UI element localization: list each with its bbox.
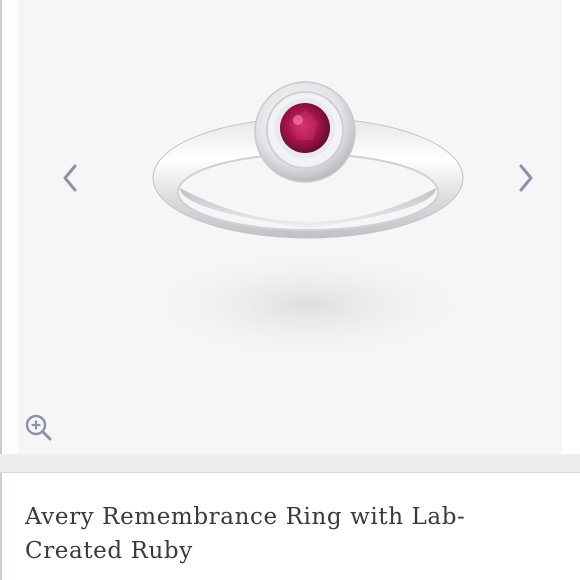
product-image-gallery[interactable] [18,0,562,454]
chevron-right-icon[interactable] [510,160,540,196]
zoom-in-icon[interactable] [24,413,54,443]
product-page: Avery Remembrance Ring with Lab-Created … [0,0,580,580]
product-title: Avery Remembrance Ring with Lab-Created … [25,504,466,564]
left-border [0,0,2,580]
divider [0,472,580,473]
chevron-left-icon[interactable] [56,160,86,196]
gallery-footer-strip [0,454,580,472]
product-image[interactable] [118,60,498,390]
